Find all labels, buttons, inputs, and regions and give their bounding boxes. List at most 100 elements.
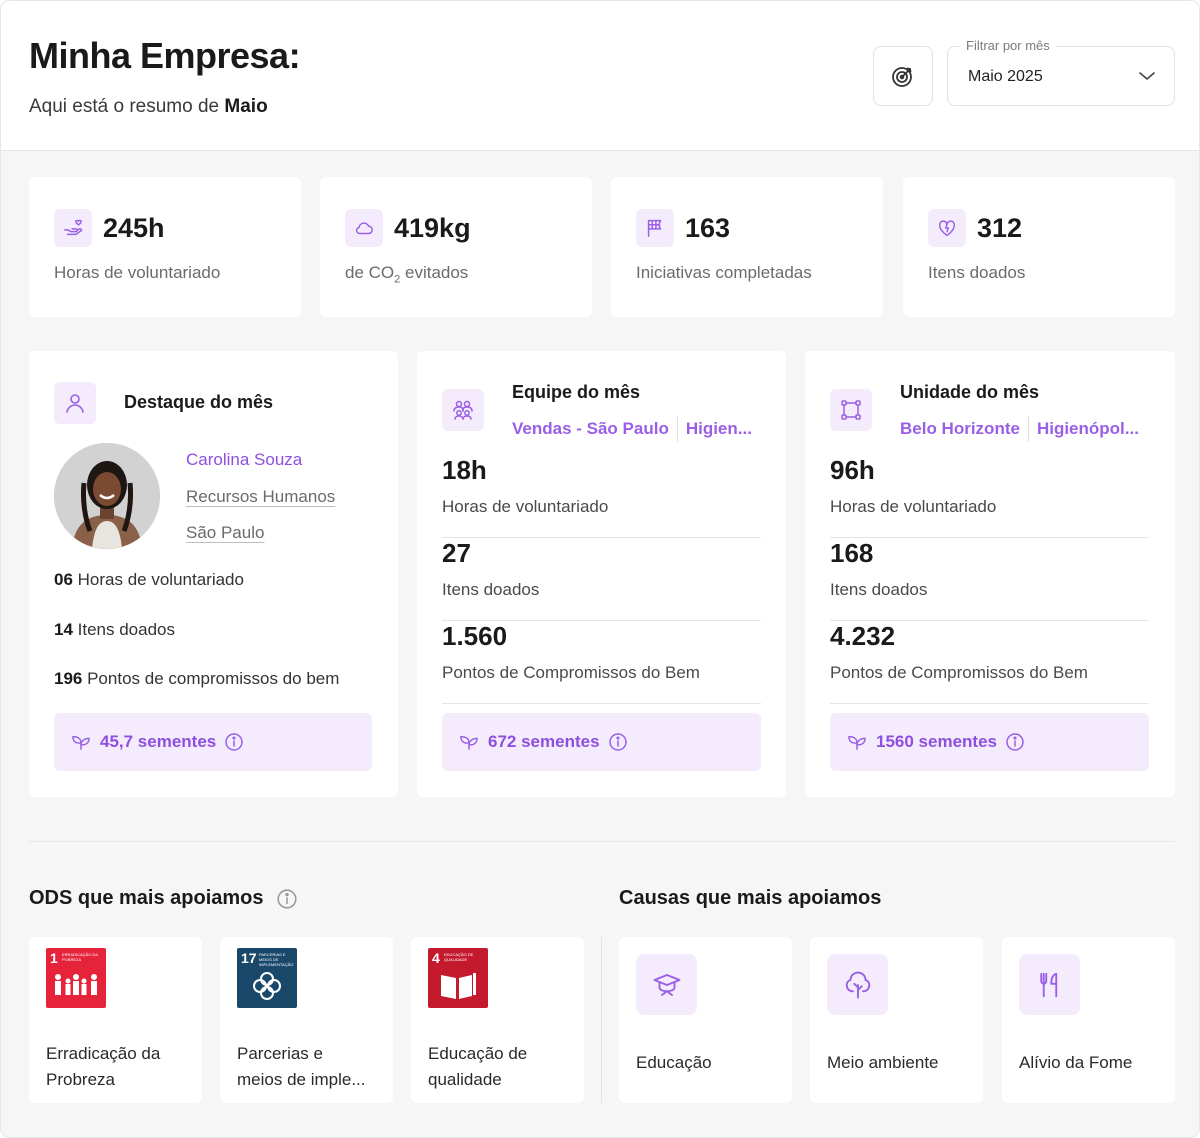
unit-tags: Belo Horizonte Higienópol...	[900, 416, 1139, 442]
cause-label: Meio ambiente	[827, 1053, 939, 1072]
heart-icon	[928, 209, 966, 247]
chevron-down-icon	[1139, 72, 1155, 80]
kpi-card-co2: 419kg de CO2 evitados	[320, 177, 592, 317]
ods-caption: ERRADICAÇÃO DA POBREZA	[62, 952, 98, 962]
unit-seeds-button[interactable]: 1560 sementes	[830, 713, 1149, 771]
target-icon	[892, 67, 912, 87]
highlight-city-link[interactable]: São Paulo	[186, 523, 264, 543]
cloud-icon	[345, 209, 383, 247]
team-metric-items: 27 Itens doados	[442, 538, 761, 621]
ods-label: Educação de qualidade	[428, 1041, 573, 1093]
unit-tag[interactable]: Belo Horizonte	[900, 419, 1020, 439]
metric-label: Pontos de Compromissos do Bem	[830, 663, 1088, 682]
flower-icon	[237, 964, 297, 1008]
kpi-label: de CO2 evitados	[345, 263, 468, 285]
ods-label-line: meios de imple...	[237, 1070, 366, 1089]
avatar	[54, 443, 160, 549]
kpi-label: Itens doados	[928, 263, 1026, 282]
ods-card-17[interactable]: 17 PARCERIAS E MEIOS DE IMPLEMENTAÇÃO Pa…	[220, 937, 393, 1103]
info-icon[interactable]	[224, 732, 244, 752]
cause-label: Educação	[636, 1053, 712, 1072]
metric-label: Horas de voluntariado	[830, 497, 997, 516]
metric-value: 27	[442, 538, 471, 568]
dashboard: Minha Empresa: Aqui está o resumo de Mai…	[0, 0, 1200, 1138]
sprout-icon	[72, 735, 90, 750]
team-tag[interactable]: Vendas - São Paulo	[512, 419, 669, 439]
unit-metric-hours: 96h Horas de voluntariado	[830, 455, 1149, 538]
team-title: Equipe do mês	[512, 382, 641, 402]
stat-label: Itens doados	[72, 620, 175, 639]
info-icon[interactable]	[1005, 732, 1025, 752]
highlight-panel: Destaque do mês Carolina Souza Recursos …	[29, 351, 398, 797]
team-icon	[442, 389, 484, 431]
seeds-label: 1560 sementes	[876, 732, 997, 751]
stat-value: 06	[54, 570, 73, 589]
kpi-card-initiatives: 163 Iniciativas completadas	[611, 177, 883, 317]
ods-label-line: Erradicação da	[46, 1044, 161, 1063]
metric-label: Itens doados	[830, 580, 928, 599]
goals-button[interactable]	[873, 46, 933, 106]
month-filter-select[interactable]: Filtrar por mês Maio 2025	[947, 38, 1175, 106]
kpi-card-volunteer-hours: 245h Horas de voluntariado	[29, 177, 301, 317]
kpi-value: 419kg	[394, 213, 471, 243]
team-tag[interactable]: Higien...	[686, 419, 752, 439]
ods-title-text: ODS que mais apoiamos	[29, 887, 264, 909]
subtitle-prefix: Aqui está o resumo de	[29, 96, 225, 117]
team-tags: Vendas - São Paulo Higien...	[512, 416, 752, 442]
month-filter-label: Filtrar por mês	[960, 38, 1056, 53]
team-seeds-button[interactable]: 672 sementes	[442, 713, 761, 771]
cause-card-hunger[interactable]: Alívio da Fome	[1002, 937, 1175, 1103]
page-subtitle: Aqui está o resumo de Maio	[29, 96, 268, 118]
month-filter-value: Maio 2025	[968, 68, 1043, 85]
metric-value: 1.560	[442, 621, 508, 651]
highlight-seeds-button[interactable]: 45,7 sementes	[54, 713, 372, 771]
highlight-title: Destaque do mês	[124, 392, 274, 412]
subtitle-month: Maio	[224, 96, 268, 117]
tag-divider	[1027, 416, 1029, 442]
page-header: Minha Empresa: Aqui está o resumo de Mai…	[1, 1, 1199, 151]
ods-label: Parcerias e meios de imple...	[237, 1041, 382, 1093]
cause-card-environment[interactable]: Meio ambiente	[810, 937, 983, 1103]
ods-label-line: Parcerias e	[237, 1044, 323, 1063]
unit-panel: Unidade do mês Belo Horizonte Higienópol…	[805, 351, 1175, 797]
metric-label: Itens doados	[442, 580, 540, 599]
kpi-label-prefix: de CO	[345, 263, 395, 282]
stat-value: 196	[54, 669, 83, 688]
team-panel: Equipe do mês Vendas - São Paulo Higien.…	[417, 351, 786, 797]
highlight-department-link[interactable]: Recursos Humanos	[186, 487, 335, 507]
ods-caption: EDUCAÇÃO DE QUALIDADE	[444, 952, 474, 962]
ods-label-line: Educação de	[428, 1044, 528, 1063]
cause-card-education[interactable]: Educação	[619, 937, 792, 1103]
ods-badge: 4 EDUCAÇÃO DE QUALIDADE	[428, 948, 488, 1008]
team-metric-points: 1.560 Pontos de Compromissos do Bem	[442, 621, 761, 704]
ods-label-line: Probreza	[46, 1070, 115, 1089]
kpi-label-suffix: evitados	[400, 263, 469, 282]
flag-icon	[636, 209, 674, 247]
unit-tag[interactable]: Higienópol...	[1037, 419, 1139, 439]
metric-value: 96h	[830, 455, 875, 485]
team-metric-hours: 18h Horas de voluntariado	[442, 455, 761, 538]
ods-card-1[interactable]: 1 ERRADICAÇÃO DA POBREZA Erradicação da P…	[29, 937, 202, 1103]
hands-heart-icon	[54, 209, 92, 247]
stat-label: Pontos de compromissos do bem	[82, 669, 340, 688]
stat-label: Horas de voluntariado	[72, 570, 244, 589]
ods-label-line: qualidade	[428, 1070, 502, 1089]
utensils-icon	[1019, 954, 1080, 1015]
kpi-label: Horas de voluntariado	[54, 263, 221, 282]
info-icon[interactable]	[276, 888, 298, 910]
ods-label: Erradicação da Probreza	[46, 1041, 191, 1093]
ods-card-4[interactable]: 4 EDUCAÇÃO DE QUALIDADE Educação de quali…	[411, 937, 584, 1103]
tree-icon	[827, 954, 888, 1015]
info-icon[interactable]	[608, 732, 628, 752]
kpi-value: 312	[977, 213, 1023, 243]
metric-label: Horas de voluntariado	[442, 497, 609, 516]
tag-divider	[676, 416, 678, 442]
highlight-points: 196 Pontos de compromissos do bem	[54, 669, 339, 689]
ods-section-title: ODS que mais apoiamos	[29, 887, 298, 910]
sprout-icon	[848, 735, 866, 750]
ods-badge: 1 ERRADICAÇÃO DA POBREZA	[46, 948, 106, 1008]
seeds-label: 672 sementes	[488, 732, 600, 751]
highlight-person-name[interactable]: Carolina Souza	[186, 450, 302, 470]
page-title: Minha Empresa:	[29, 35, 301, 76]
metric-value: 168	[830, 538, 874, 568]
